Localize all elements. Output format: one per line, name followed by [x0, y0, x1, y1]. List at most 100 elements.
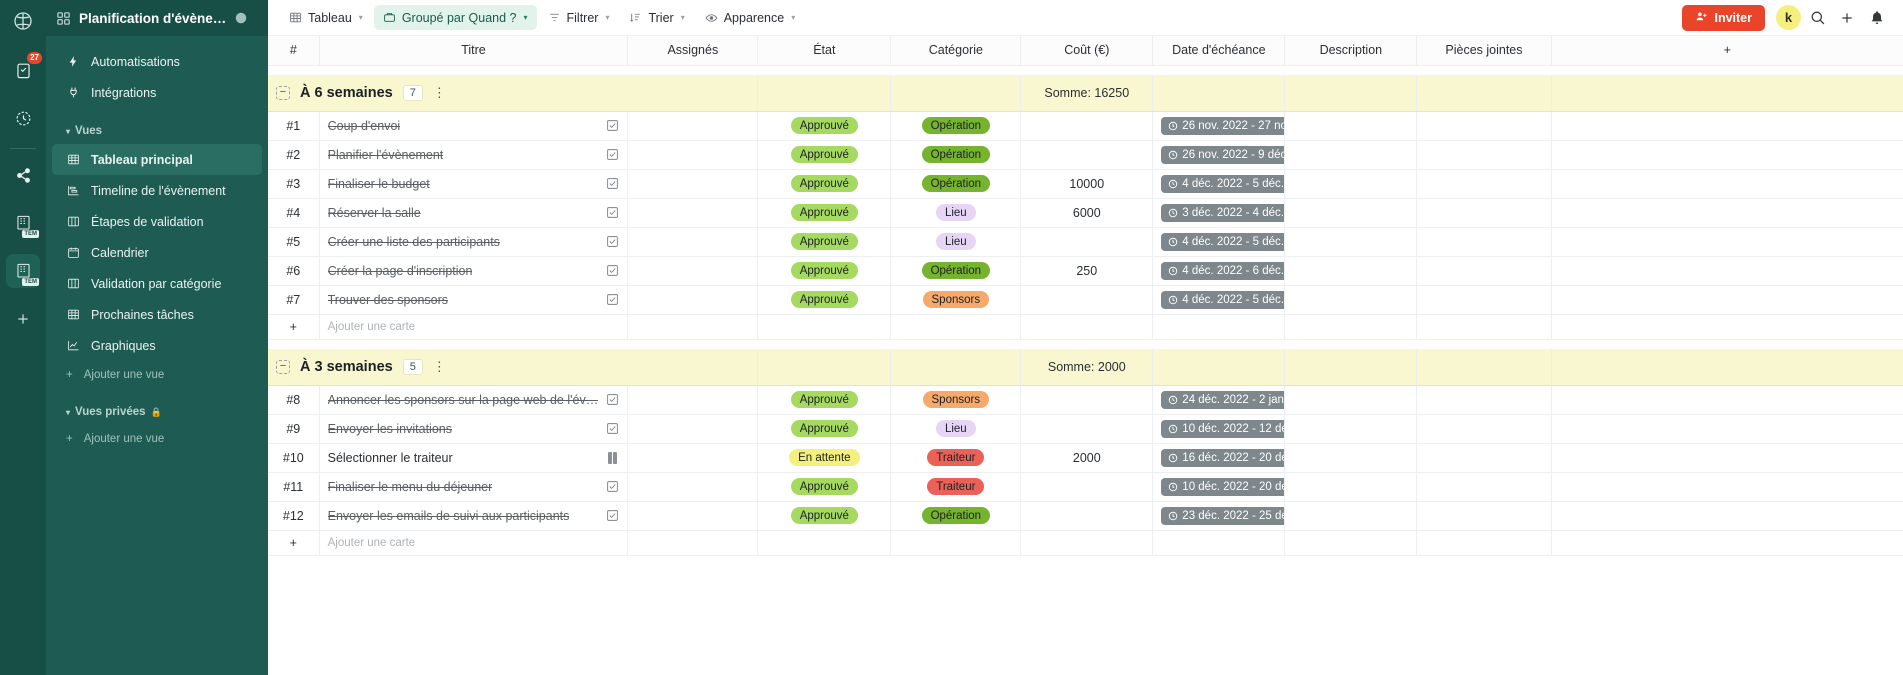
row-category-cell[interactable]: Lieu — [890, 227, 1022, 257]
row-due-date-cell[interactable]: 4 déc. 2022 - 5 déc. 2022 — [1152, 227, 1286, 257]
plus-icon[interactable] — [1833, 5, 1861, 31]
checkbox-checked-icon[interactable] — [606, 206, 619, 219]
row-due-date-cell[interactable]: 3 déc. 2022 - 4 déc. 2022 — [1152, 198, 1286, 228]
row-category-cell[interactable]: Traiteur — [890, 472, 1022, 502]
row-assignees-cell[interactable] — [627, 227, 759, 257]
template-board-selected-icon[interactable]: TEM — [6, 254, 40, 288]
checkbox-checked-icon[interactable] — [606, 235, 619, 248]
row-cost-cell[interactable] — [1020, 472, 1154, 502]
add-private-view-button[interactable]: + Ajouter une vue — [52, 425, 262, 453]
row-description-cell[interactable] — [1284, 198, 1418, 228]
template-board-icon[interactable]: TEM — [6, 206, 40, 240]
sidebar-section-private-views[interactable]: ▾ Vues privées 🔒 — [52, 401, 262, 423]
row-title-cell[interactable]: Finaliser le budget — [319, 169, 629, 199]
column-header-description[interactable]: Description — [1284, 36, 1418, 66]
row-description-cell[interactable] — [1284, 227, 1418, 257]
table-row[interactable]: #1 Coup d'envoi Approuvé Opération 26 nov. 2… — [268, 111, 1903, 141]
row-category-cell[interactable]: Opération — [890, 256, 1022, 286]
row-due-date-cell[interactable]: 26 nov. 2022 - 27 nov. 2022 — [1152, 111, 1286, 141]
table-row[interactable]: #11 Finaliser le menu du déjeuner Approuvé… — [268, 472, 1903, 502]
row-assignees-cell[interactable] — [627, 501, 759, 531]
row-assignees-cell[interactable] — [627, 443, 759, 473]
row-cost-cell[interactable] — [1020, 140, 1154, 170]
row-state-cell[interactable]: Approuvé — [757, 285, 892, 315]
row-assignees-cell[interactable] — [627, 140, 759, 170]
row-assignees-cell[interactable] — [627, 111, 759, 141]
table-row[interactable]: #10 Sélectionner le traiteur En attente Tra… — [268, 443, 1903, 473]
row-attachments-cell[interactable] — [1416, 443, 1552, 473]
filter-button[interactable]: Filtrer ▾ — [539, 5, 619, 30]
row-title-cell[interactable]: Annoncer les sponsors sur la page web de… — [319, 385, 629, 415]
table-row[interactable]: #12 Envoyer les emails de suivi aux parti… — [268, 501, 1903, 531]
appearance-button[interactable]: Apparence ▾ — [696, 5, 804, 30]
globe-icon[interactable] — [234, 11, 248, 25]
row-attachments-cell[interactable] — [1416, 472, 1552, 502]
row-due-date-cell[interactable]: 4 déc. 2022 - 5 déc. 2022 — [1152, 285, 1286, 315]
row-cost-cell[interactable] — [1020, 227, 1154, 257]
checkbox-checked-icon[interactable] — [606, 293, 619, 306]
row-state-cell[interactable]: Approuvé — [757, 472, 892, 502]
group-by-button[interactable]: Groupé par Quand ? ▾ — [373, 5, 537, 30]
table-row[interactable]: #7 Trouver des sponsors Approuvé Sponsors 4 … — [268, 285, 1903, 315]
row-title-cell[interactable]: Finaliser le menu du déjeuner — [319, 472, 629, 502]
row-title-cell[interactable]: Coup d'envoi — [319, 111, 629, 141]
sidebar-item-automatisations[interactable]: Automatisations — [52, 46, 262, 77]
row-due-date-cell[interactable]: 4 déc. 2022 - 5 déc. 2022 — [1152, 169, 1286, 199]
row-description-cell[interactable] — [1284, 256, 1418, 286]
row-title-cell[interactable]: Planifier l'évènement — [319, 140, 629, 170]
row-assignees-cell[interactable] — [627, 285, 759, 315]
add-card-plus[interactable]: + — [268, 530, 320, 556]
group-collapse-toggle[interactable]: − — [276, 359, 290, 374]
checkbox-checked-icon[interactable] — [606, 509, 619, 522]
row-title-cell[interactable]: Réserver la salle — [319, 198, 629, 228]
row-description-cell[interactable] — [1284, 501, 1418, 531]
row-cost-cell[interactable]: 6000 — [1020, 198, 1154, 228]
sidebar-item-integrations[interactable]: Intégrations — [52, 77, 262, 108]
sidebar-item-timeline[interactable]: Timeline de l'évènement — [52, 175, 262, 206]
row-cost-cell[interactable]: 2000 — [1020, 443, 1154, 473]
share-icon[interactable] — [6, 158, 40, 192]
row-due-date-cell[interactable]: 23 déc. 2022 - 25 déc. 2022 — [1152, 501, 1286, 531]
time-tracking-icon[interactable] — [6, 101, 40, 135]
row-assignees-cell[interactable] — [627, 198, 759, 228]
column-header-state[interactable]: État — [757, 36, 892, 66]
row-description-cell[interactable] — [1284, 414, 1418, 444]
row-state-cell[interactable]: Approuvé — [757, 256, 892, 286]
table-row[interactable]: #3 Finaliser le budget Approuvé Opération 10… — [268, 169, 1903, 199]
row-state-cell[interactable]: Approuvé — [757, 198, 892, 228]
row-description-cell[interactable] — [1284, 285, 1418, 315]
add-card-cell[interactable]: Ajouter une carte — [319, 314, 629, 340]
row-cost-cell[interactable] — [1020, 385, 1154, 415]
row-attachments-cell[interactable] — [1416, 111, 1552, 141]
search-icon[interactable] — [1803, 5, 1831, 31]
row-category-cell[interactable]: Opération — [890, 169, 1022, 199]
column-header-number[interactable]: # — [268, 36, 320, 66]
sidebar-item-etapes-validation[interactable]: Étapes de validation — [52, 206, 262, 237]
checkbox-checked-icon[interactable] — [606, 480, 619, 493]
row-state-cell[interactable]: Approuvé — [757, 501, 892, 531]
row-attachments-cell[interactable] — [1416, 227, 1552, 257]
sidebar-item-prochaines-taches[interactable]: Prochaines tâches — [52, 299, 262, 330]
add-card-cell[interactable]: Ajouter une carte — [319, 530, 629, 556]
row-category-cell[interactable]: Sponsors — [890, 285, 1022, 315]
row-description-cell[interactable] — [1284, 443, 1418, 473]
sort-button[interactable]: Trier ▾ — [620, 5, 693, 30]
row-title-cell[interactable]: Créer une liste des participants — [319, 227, 629, 257]
row-assignees-cell[interactable] — [627, 385, 759, 415]
bell-icon[interactable] — [1863, 5, 1891, 31]
row-state-cell[interactable]: Approuvé — [757, 385, 892, 415]
row-category-cell[interactable]: Opération — [890, 501, 1022, 531]
column-header-category[interactable]: Catégorie — [890, 36, 1022, 66]
row-category-cell[interactable]: Opération — [890, 140, 1022, 170]
row-state-cell[interactable]: Approuvé — [757, 227, 892, 257]
row-title-cell[interactable]: Sélectionner le traiteur — [319, 443, 629, 473]
row-cost-cell[interactable]: 10000 — [1020, 169, 1154, 199]
tasks-inbox-icon[interactable]: 27 — [6, 51, 43, 87]
row-due-date-cell[interactable]: 10 déc. 2022 - 20 déc. 2022 — [1152, 472, 1286, 502]
table-row[interactable]: #5 Créer une liste des participants Approu… — [268, 227, 1903, 257]
column-header-title[interactable]: Titre — [319, 36, 629, 66]
row-due-date-cell[interactable]: 26 nov. 2022 - 9 déc. 2022 — [1152, 140, 1286, 170]
progress-icon[interactable] — [608, 451, 619, 464]
table-row[interactable]: #4 Réserver la salle Approuvé Lieu 6000 3 déc… — [268, 198, 1903, 228]
row-description-cell[interactable] — [1284, 111, 1418, 141]
